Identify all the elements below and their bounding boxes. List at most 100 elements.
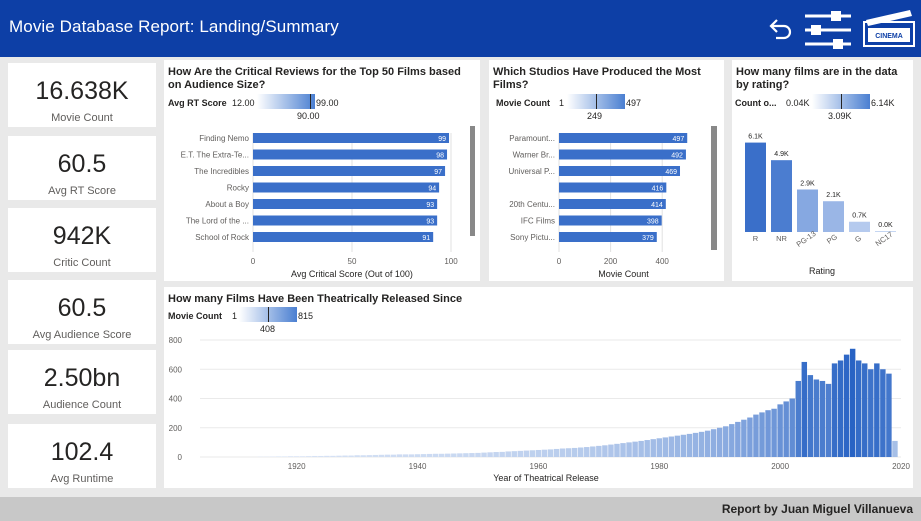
x-tick-label: 2020 (892, 462, 910, 471)
bar (656, 438, 662, 457)
kpi-label: Movie Count (51, 112, 113, 124)
bar (837, 360, 844, 457)
bar (396, 454, 403, 457)
bar (807, 375, 814, 457)
category-label: Rocky (227, 184, 249, 193)
bar (275, 456, 282, 457)
bar (253, 215, 438, 226)
bar (716, 427, 723, 457)
bar (366, 455, 372, 457)
bar (783, 401, 789, 457)
ratings-card: How many films are in the data by rating… (732, 60, 913, 281)
bar (420, 454, 427, 457)
critical-reviews-card: How Are the Critical Reviews for the Top… (164, 60, 480, 281)
bar (704, 430, 711, 457)
x-axis-title: Rating (809, 266, 835, 276)
bar (360, 455, 366, 457)
bar (692, 432, 699, 457)
bar (402, 454, 409, 457)
slicer-marker[interactable] (841, 94, 842, 109)
kpi-value: 102.4 (50, 438, 114, 466)
category-label: Warner Br... (513, 151, 555, 160)
slicer-min: 12.00 (232, 98, 255, 108)
slicer-gradient[interactable] (567, 94, 625, 109)
bar (868, 369, 874, 457)
slicer-marker[interactable] (268, 307, 269, 322)
y-tick-label: 400 (169, 395, 183, 404)
bar (432, 453, 439, 457)
slicer-marker[interactable] (596, 94, 597, 109)
bar (771, 408, 777, 457)
bar (457, 453, 463, 457)
kpi-label: Avg RT Score (48, 185, 116, 197)
bar (511, 451, 517, 457)
cinema-logo-icon[interactable]: CINEMA (862, 8, 916, 48)
bar (620, 443, 626, 457)
data-label: 98 (436, 153, 444, 160)
bar (753, 414, 759, 457)
data-label: 2.9K (800, 180, 815, 187)
bar (487, 452, 493, 457)
data-label: 6.1K (748, 134, 763, 141)
bar (855, 360, 862, 457)
kpi-value: 60.5 (57, 150, 107, 178)
bar (293, 456, 300, 457)
x-tick-label: 1980 (650, 462, 668, 471)
bar (559, 199, 666, 209)
report-header: Movie Database Report: Landing/Summary C… (0, 0, 921, 57)
category-label: NC17 (874, 230, 895, 248)
slicer-min: 1 (232, 311, 238, 321)
filter-sliders-icon[interactable] (803, 10, 853, 50)
slicer-marker-value: 90.00 (297, 111, 320, 121)
bar (596, 445, 602, 457)
kpi-card-audience-count: 2.50bn Audience Count (8, 350, 156, 414)
bar (735, 421, 741, 457)
slicer-gradient[interactable] (812, 94, 870, 109)
bar (408, 454, 415, 457)
x-axis-title: Year of Theatrical Release (493, 473, 599, 483)
y-tick-label: 0 (178, 453, 183, 462)
x-tick-label: 100 (444, 257, 458, 266)
data-label: 97 (434, 169, 442, 176)
chart-scrollbar[interactable] (711, 126, 717, 250)
chart-title: How Are the Critical Reviews for the Top… (168, 66, 461, 91)
slicer-marker[interactable] (309, 94, 311, 109)
kpi-card-critic-count: 942K Critic Count (8, 208, 156, 272)
slicer-gradient[interactable] (257, 94, 315, 109)
x-tick-label: 50 (348, 257, 357, 266)
bar (318, 455, 324, 457)
bar (529, 450, 536, 457)
category-label: The Lord of the ... (186, 217, 249, 226)
bar (571, 447, 578, 457)
slicer-gradient[interactable] (239, 307, 297, 322)
bar (819, 380, 826, 457)
bar (253, 182, 440, 193)
bar (287, 456, 294, 457)
bar (445, 453, 451, 457)
bar (741, 419, 747, 457)
bar (680, 434, 687, 457)
category-label: School of Rock (195, 233, 250, 242)
bar (698, 431, 705, 457)
bar (414, 454, 421, 457)
bar (330, 455, 336, 457)
bar (577, 447, 584, 457)
slicer-max: 815 (298, 311, 314, 321)
bar (281, 456, 288, 457)
chart-title: Which Studios Have Produced the Most Fil… (493, 66, 701, 91)
category-label: E.T. The Extra-Te... (181, 151, 249, 160)
bar (874, 363, 880, 457)
bar (559, 149, 686, 160)
bar (517, 450, 524, 457)
category-label: PG-13 (795, 229, 818, 249)
bar (584, 447, 590, 457)
bar (729, 424, 735, 457)
bar (590, 446, 596, 457)
bar (644, 440, 650, 457)
timeline-card: How many Films Have Been Theatrically Re… (164, 287, 913, 488)
kpi-card-avg-runtime: 102.4 Avg Runtime (8, 424, 156, 488)
back-arrow-icon[interactable] (766, 16, 794, 44)
data-label: 492 (671, 153, 683, 160)
chart-scrollbar[interactable] (470, 126, 475, 236)
bar (372, 454, 378, 457)
